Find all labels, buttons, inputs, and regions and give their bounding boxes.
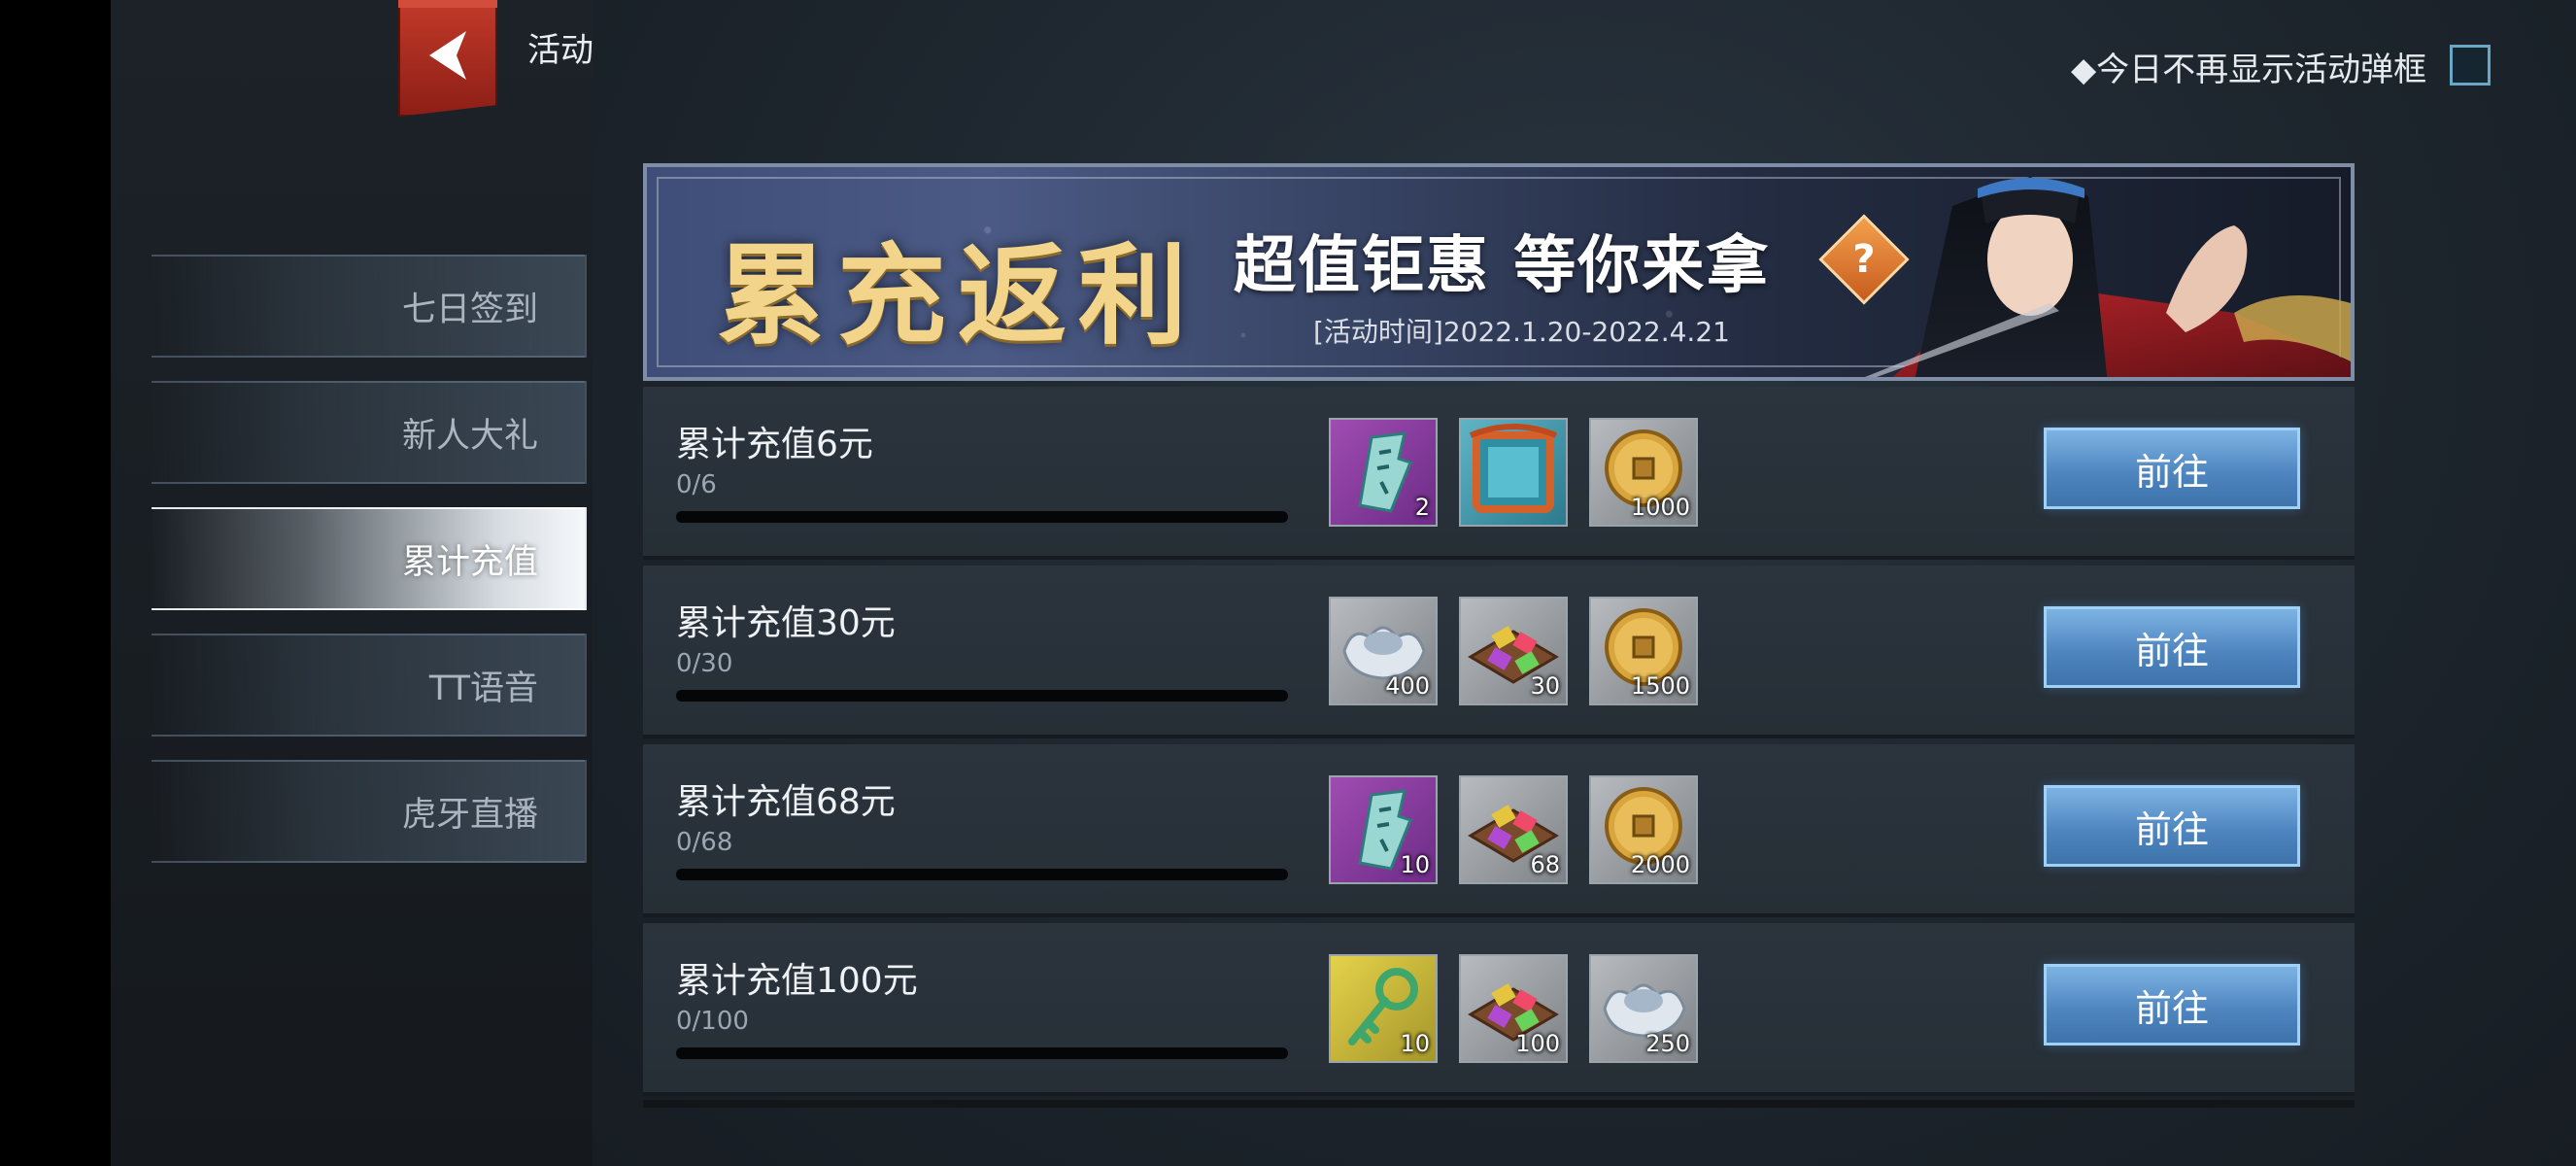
sidebar-item-label: 七日签到: [401, 290, 538, 329]
reward-item[interactable]: 1000: [1589, 418, 1698, 527]
banner-title: 累充返利: [717, 232, 1199, 360]
go-button[interactable]: 前往: [2044, 606, 2300, 688]
reward-quantity: 68: [1530, 851, 1560, 878]
reward-row: 累计充值100元 0/100 10 100 250 前往: [643, 923, 2355, 1096]
progress-text: 0/30: [676, 649, 733, 678]
list-bottom-divider: [643, 1100, 2355, 1108]
progress-text: 0/100: [676, 1007, 749, 1036]
event-time: [活动时间]2022.1.20-2022.4.21: [1313, 316, 1730, 348]
reward-row: 累计充值68元 0/68 10 68 2000 前往: [643, 744, 2355, 917]
reward-quantity: 250: [1645, 1030, 1690, 1057]
reward-quantity: 1000: [1630, 494, 1690, 521]
reward-item[interactable]: 1500: [1589, 597, 1698, 705]
reward-item[interactable]: 10: [1329, 954, 1438, 1063]
reward-item[interactable]: 2: [1329, 418, 1438, 527]
dont-show-today-checkbox[interactable]: [2450, 45, 2491, 86]
progress-bar: [676, 511, 1288, 523]
reward-tier-label: 累计充值6元: [676, 425, 873, 464]
reward-row: 累计充值6元 0/6 2 1000 前往: [643, 387, 2355, 560]
sidebar-item-label: 虎牙直播: [401, 795, 538, 835]
go-button[interactable]: 前往: [2044, 785, 2300, 867]
reward-quantity: 10: [1400, 1030, 1430, 1057]
reward-tier-label: 累计充值68元: [676, 782, 896, 822]
reward-item[interactable]: 30: [1459, 597, 1568, 705]
sidebar-item-cumulative-recharge[interactable]: 累计充值: [152, 507, 587, 610]
reward-item[interactable]: 250: [1589, 954, 1698, 1063]
sidebar-item-seven-day-checkin[interactable]: 七日签到: [152, 255, 587, 358]
banner-slogan: 超值钜惠 等你来拿: [1234, 230, 1771, 302]
sidebar-item-huya-live[interactable]: 虎牙直播: [152, 760, 587, 863]
reward-item[interactable]: 100: [1459, 954, 1568, 1063]
progress-text: 0/68: [676, 828, 733, 857]
hero-character-illustration: [1865, 177, 2351, 377]
back-arrow-icon: [429, 31, 466, 80]
reward-item[interactable]: 68: [1459, 775, 1568, 884]
sidebar-item-label: 新人大礼: [401, 416, 538, 456]
reward-tier-label: 累计充值100元: [676, 961, 918, 1001]
reward-item[interactable]: [1459, 418, 1568, 527]
sidebar-item-label: TT语音: [428, 669, 538, 708]
event-banner: 累充返利 超值钜惠 等你来拿 ? [活动时间]2022.1.20-2022.4.…: [643, 163, 2355, 381]
left-letterbox: [0, 0, 111, 1166]
reward-row: 累计充值30元 0/30 400 30 1500 前往: [643, 566, 2355, 738]
reward-quantity: 400: [1385, 672, 1430, 700]
reward-item[interactable]: 10: [1329, 775, 1438, 884]
back-button[interactable]: [398, 0, 497, 117]
progress-bar: [676, 869, 1288, 880]
reward-quantity: 2: [1414, 494, 1430, 521]
go-button[interactable]: 前往: [2044, 964, 2300, 1046]
reward-tier-label: 累计充值30元: [676, 603, 896, 643]
reward-quantity: 1500: [1630, 672, 1690, 700]
reward-item[interactable]: 2000: [1589, 775, 1698, 884]
sidebar-item-tt-voice[interactable]: TT语音: [152, 634, 587, 737]
sidebar-item-newcomer-gift[interactable]: 新人大礼: [152, 381, 587, 484]
progress-bar: [676, 1047, 1288, 1059]
reward-quantity: 2000: [1630, 851, 1690, 878]
reward-quantity: 10: [1400, 851, 1430, 878]
page-title: 活动: [527, 31, 593, 70]
reward-quantity: 100: [1515, 1030, 1560, 1057]
progress-bar: [676, 690, 1288, 702]
go-button[interactable]: 前往: [2044, 428, 2300, 509]
progress-text: 0/6: [676, 470, 717, 499]
sidebar-item-label: 累计充值: [401, 542, 538, 582]
dont-show-today-label: ◆今日不再显示活动弹框: [2071, 51, 2427, 89]
reward-item[interactable]: 400: [1329, 597, 1438, 705]
reward-quantity: 30: [1530, 672, 1560, 700]
